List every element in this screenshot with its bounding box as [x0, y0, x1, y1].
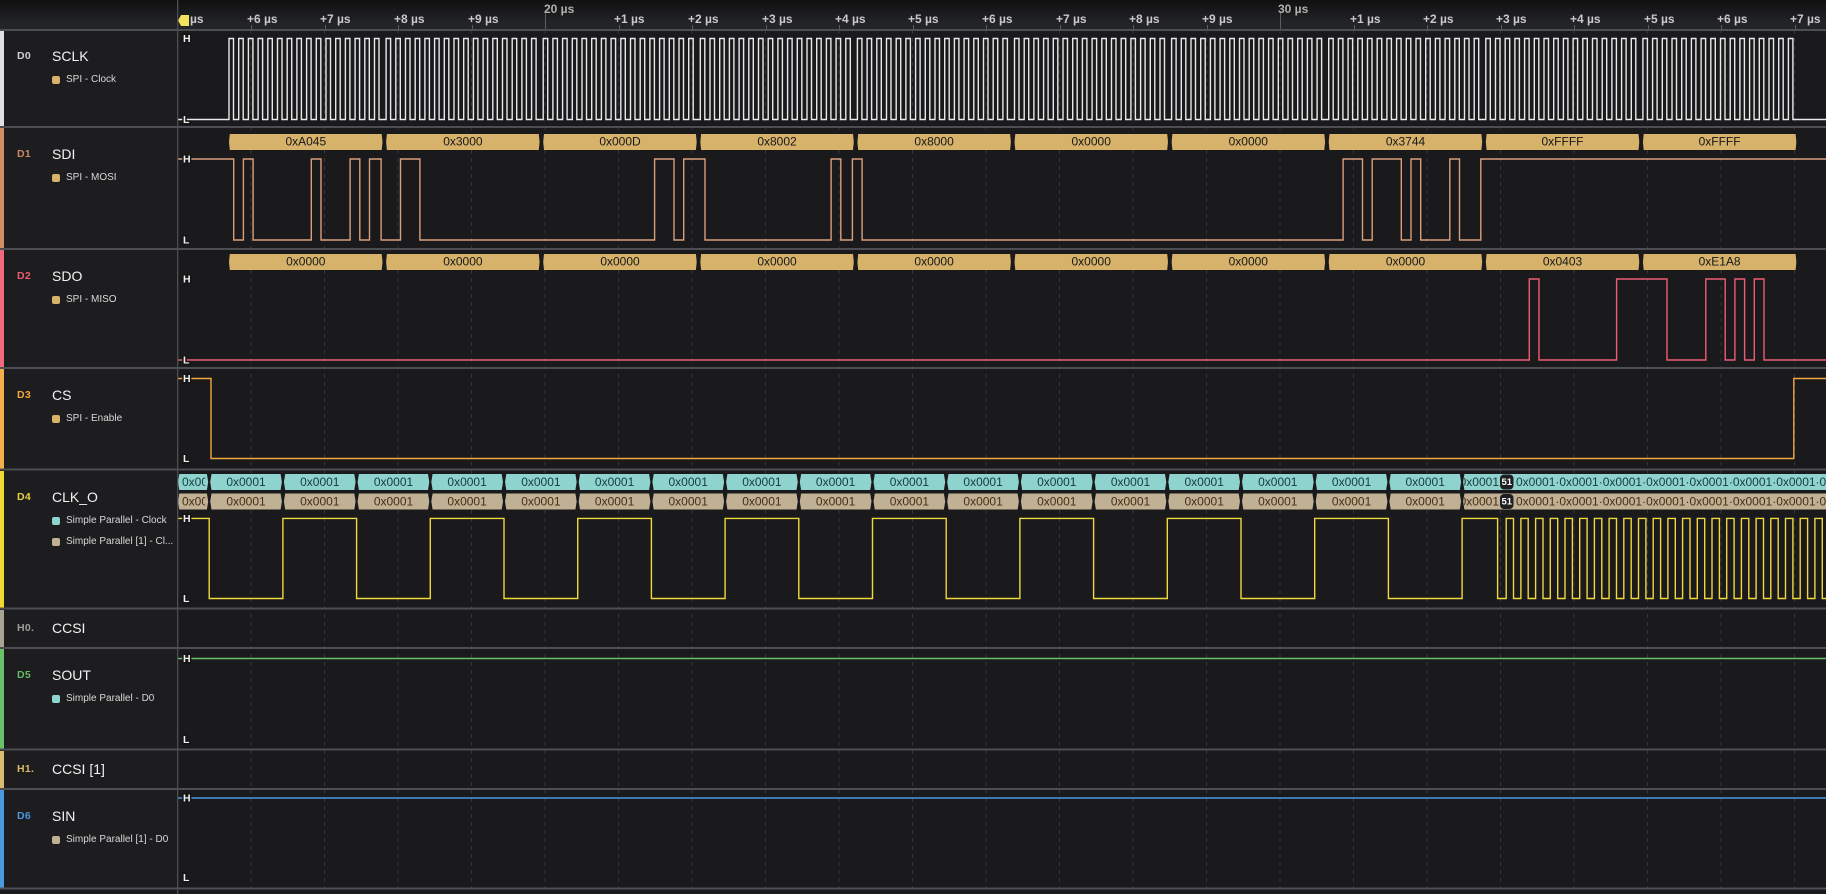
- svg-text:L: L: [183, 114, 190, 126]
- svg-text:0x0001: 0x0001: [1332, 475, 1372, 489]
- svg-text:0x0001: 0x0001: [1332, 494, 1372, 508]
- svg-text:0x0001: 0x0001: [300, 494, 340, 508]
- svg-text:0x0001: 0x0001: [1111, 475, 1151, 489]
- svg-text:0x0000: 0x0000: [757, 255, 797, 269]
- svg-text:0xFFFF: 0xFFFF: [1542, 135, 1584, 149]
- svg-text:H: H: [183, 793, 191, 805]
- svg-text:0x0001·0x0001·0x0001·0x0001·0x: 0x0001·0x0001·0x0001·0x0001·0x0001·0x000…: [1516, 494, 1826, 508]
- svg-text:H: H: [183, 274, 191, 286]
- svg-text:L: L: [183, 355, 190, 367]
- svg-text:0x0001: 0x0001: [669, 475, 709, 489]
- svg-text:0x0001: 0x0001: [963, 475, 1003, 489]
- svg-text:0x0403: 0x0403: [1543, 255, 1583, 269]
- svg-text:0x0001: 0x0001: [742, 494, 782, 508]
- svg-text:L: L: [183, 593, 190, 605]
- svg-text:0x0001: 0x0001: [1185, 475, 1225, 489]
- svg-text:0x0001: 0x0001: [669, 494, 709, 508]
- svg-text:0x0000: 0x0000: [1072, 135, 1112, 149]
- svg-text:0x0001: 0x0001: [1258, 475, 1298, 489]
- svg-text:0x0001: 0x0001: [521, 494, 561, 508]
- svg-text:0x0000: 0x0000: [1229, 135, 1269, 149]
- svg-text:0x0001: 0x0001: [300, 475, 340, 489]
- svg-text:H: H: [183, 33, 191, 45]
- svg-text:0xE1A8: 0xE1A8: [1699, 255, 1741, 269]
- svg-text:0x0000: 0x0000: [1229, 255, 1269, 269]
- svg-text:L: L: [183, 453, 190, 465]
- svg-text:L: L: [183, 734, 190, 746]
- svg-text:0x0001: 0x0001: [595, 475, 635, 489]
- svg-text:0x0000: 0x0000: [1386, 255, 1426, 269]
- svg-text:0x0001: 0x0001: [1111, 494, 1151, 508]
- svg-text:0x0001: 0x0001: [374, 494, 414, 508]
- svg-text:0x0001: 0x0001: [963, 494, 1003, 508]
- svg-text:0x0001: 0x0001: [1406, 494, 1446, 508]
- svg-text:0x0001: 0x0001: [890, 494, 930, 508]
- svg-text:0x0001: 0x0001: [447, 494, 487, 508]
- svg-text:0x0001: 0x0001: [226, 494, 266, 508]
- svg-text:0x0000: 0x0000: [286, 255, 326, 269]
- svg-text:0xA045: 0xA045: [285, 135, 326, 149]
- svg-text:0x000D: 0x000D: [599, 135, 641, 149]
- svg-text:0x8002: 0x8002: [757, 135, 797, 149]
- svg-text:0x0001: 0x0001: [226, 475, 266, 489]
- svg-text:0xFFFF: 0xFFFF: [1699, 135, 1741, 149]
- svg-text:0x8000: 0x8000: [914, 135, 954, 149]
- svg-text:0x0001: 0x0001: [742, 475, 782, 489]
- svg-text:0x0000: 0x0000: [443, 255, 483, 269]
- svg-text:0x0001: 0x0001: [1460, 475, 1500, 489]
- svg-text:0x0001·0x0001·0x0001·0x0001·0x: 0x0001·0x0001·0x0001·0x0001·0x0001·0x000…: [1516, 475, 1826, 489]
- svg-text:0x0001: 0x0001: [1185, 494, 1225, 508]
- svg-text:0x0001: 0x0001: [595, 494, 635, 508]
- svg-text:0x0001: 0x0001: [1460, 494, 1500, 508]
- svg-text:H: H: [183, 653, 191, 665]
- svg-text:51: 51: [1502, 497, 1513, 508]
- svg-text:0x0001: 0x0001: [1037, 475, 1077, 489]
- svg-text:L: L: [183, 872, 190, 884]
- svg-text:0x0000: 0x0000: [1072, 255, 1112, 269]
- svg-text:0x0001: 0x0001: [890, 475, 930, 489]
- svg-text:L: L: [183, 235, 190, 247]
- svg-text:0x0001: 0x0001: [447, 475, 487, 489]
- svg-text:H: H: [183, 154, 191, 166]
- svg-text:0x0001: 0x0001: [374, 475, 414, 489]
- svg-text:0x0001: 0x0001: [521, 475, 561, 489]
- svg-text:0x0001: 0x0001: [1406, 475, 1446, 489]
- svg-text:H: H: [183, 373, 191, 385]
- svg-text:H: H: [183, 513, 191, 525]
- svg-text:0x0001: 0x0001: [1037, 494, 1077, 508]
- svg-text:0x3000: 0x3000: [443, 135, 483, 149]
- svg-text:0x0001: 0x0001: [1258, 494, 1298, 508]
- svg-text:0x0001: 0x0001: [816, 475, 856, 489]
- svg-text:0x0000: 0x0000: [600, 255, 640, 269]
- svg-text:0x3744: 0x3744: [1386, 135, 1426, 149]
- svg-text:51: 51: [1502, 477, 1513, 488]
- svg-text:0x0000: 0x0000: [914, 255, 954, 269]
- svg-text:0x0001: 0x0001: [816, 494, 856, 508]
